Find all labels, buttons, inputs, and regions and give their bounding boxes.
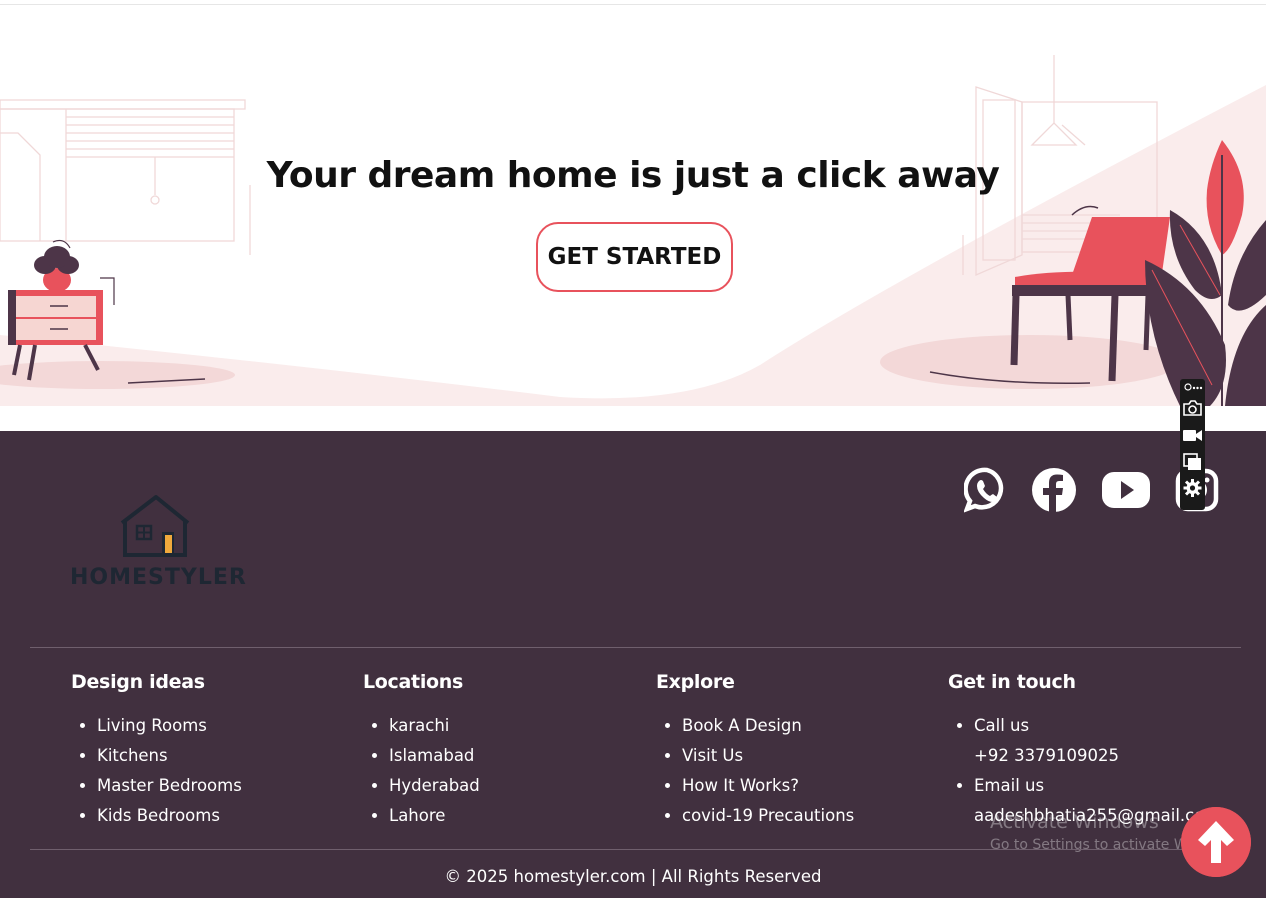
link-lahore[interactable]: Lahore <box>389 801 480 831</box>
facebook-icon[interactable] <box>1031 467 1077 513</box>
capture-toolbar <box>1180 379 1205 510</box>
house-logo-icon <box>120 495 190 557</box>
get-started-button[interactable]: GET STARTED <box>536 222 733 292</box>
hero-illustration <box>0 55 1266 406</box>
col-heading: Design ideas <box>71 671 205 693</box>
link-master-bedrooms[interactable]: Master Bedrooms <box>97 771 242 801</box>
scroll-to-top-button[interactable] <box>1181 807 1251 877</box>
video-icon[interactable] <box>1182 425 1203 445</box>
link-how-it-works[interactable]: How It Works? <box>682 771 854 801</box>
footer-col-locations: Locations karachi Islamabad Hyderabad La… <box>363 671 480 831</box>
footer-col-explore: Explore Book A Design Visit Us How It Wo… <box>656 671 854 831</box>
footer-divider-bottom <box>30 849 1241 850</box>
copyright-text: © 2025 homestyler.com | All Rights Reser… <box>444 867 822 886</box>
col-heading: Explore <box>656 671 735 693</box>
link-karachi[interactable]: karachi <box>389 711 480 741</box>
email-us-label: Email us <box>974 771 1248 801</box>
phone-number[interactable]: +92 3379109025 <box>974 741 1248 771</box>
col-heading: Get in touch <box>948 671 1076 693</box>
youtube-icon[interactable] <box>1101 467 1151 513</box>
link-hyderabad[interactable]: Hyderabad <box>389 771 480 801</box>
logo-text: HOMESTYLER <box>70 565 247 590</box>
link-book-a-design[interactable]: Book A Design <box>682 711 854 741</box>
footer-col-design-ideas: Design ideas Living Rooms Kitchens Maste… <box>71 671 242 831</box>
link-living-rooms[interactable]: Living Rooms <box>97 711 242 741</box>
footer-divider-top <box>30 647 1241 648</box>
site-footer: HOMESTYLER Design ideas Living Rooms Kit… <box>0 431 1266 898</box>
more-options-icon[interactable] <box>1182 381 1203 393</box>
call-us-label: Call us <box>974 711 1248 741</box>
link-visit-us[interactable]: Visit Us <box>682 741 854 771</box>
settings-gear-icon[interactable] <box>1182 478 1203 498</box>
link-kids-bedrooms[interactable]: Kids Bedrooms <box>97 801 242 831</box>
hero-title: Your dream home is just a click away <box>266 155 1000 196</box>
homestyler-logo[interactable]: HOMESTYLER <box>70 493 247 593</box>
whatsapp-icon[interactable] <box>964 467 1010 513</box>
col-heading: Locations <box>363 671 464 693</box>
link-covid-precautions[interactable]: covid-19 Precautions <box>682 801 854 831</box>
link-islamabad[interactable]: Islamabad <box>389 741 480 771</box>
hero-section: Your dream home is just a click away GET… <box>0 5 1266 406</box>
window-capture-icon[interactable] <box>1182 452 1203 472</box>
activate-windows-title: Activate Windows <box>990 811 1159 833</box>
link-kitchens[interactable]: Kitchens <box>97 741 242 771</box>
camera-icon[interactable] <box>1182 398 1203 418</box>
footer-col-get-in-touch: Get in touch Call us +92 3379109025 Emai… <box>948 671 1248 831</box>
